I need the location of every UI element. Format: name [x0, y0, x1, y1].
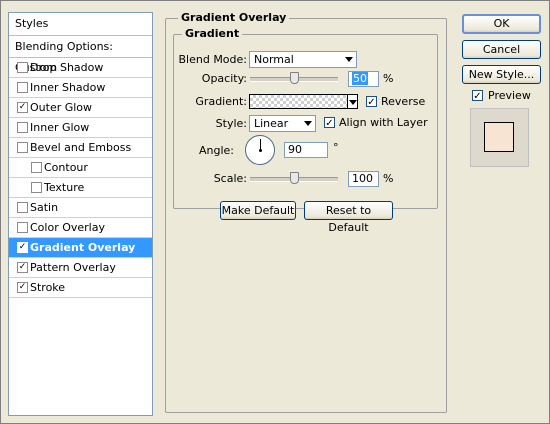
preview-box	[470, 108, 529, 167]
style-item-checkbox[interactable]: ✓	[17, 102, 28, 113]
gradient-overlay-title: Gradient Overlay	[178, 11, 290, 24]
style-item-gradient-overlay[interactable]: ✓ Gradient Overlay	[9, 238, 152, 258]
style-item-checkbox[interactable]	[17, 122, 28, 133]
chevron-down-icon	[349, 100, 357, 105]
opacity-value: 50	[352, 72, 368, 85]
style-item-checkbox[interactable]	[17, 82, 28, 93]
style-item-checkbox[interactable]	[17, 142, 28, 153]
cancel-button[interactable]: Cancel	[462, 40, 541, 59]
style-item-outer-glow[interactable]: ✓ Outer Glow	[9, 98, 152, 118]
style-item-color-overlay[interactable]: Color Overlay	[9, 218, 152, 238]
style-item-contour[interactable]: Contour	[9, 158, 152, 178]
style-item-label: Outer Glow	[30, 101, 93, 114]
styles-header[interactable]: Styles	[9, 13, 152, 36]
style-item-label: Contour	[44, 161, 88, 174]
reverse-checkbox[interactable]: ✓	[366, 96, 377, 108]
style-item-pattern-overlay[interactable]: ✓ Pattern Overlay	[9, 258, 152, 278]
angle-input[interactable]: 90	[284, 142, 328, 158]
scale-slider-thumb[interactable]	[290, 172, 299, 184]
angle-value: 90	[288, 143, 302, 156]
opacity-unit: %	[383, 72, 394, 85]
opacity-label: Opacity:	[201, 72, 247, 85]
angle-dial[interactable]	[245, 135, 275, 165]
style-item-label: Satin	[30, 201, 59, 214]
chevron-down-icon	[304, 121, 312, 126]
layer-style-dialog: Styles Blending Options: Custom Drop Sha…	[0, 0, 550, 424]
style-items: Drop Shadow Inner Shadow ✓ Outer Glow Inner …	[9, 58, 152, 298]
style-label: Style:	[215, 117, 247, 130]
new-style-button[interactable]: New Style...	[462, 65, 541, 84]
scale-input[interactable]: 100	[348, 171, 379, 187]
style-item-stroke[interactable]: ✓ Stroke	[9, 278, 152, 298]
style-item-checkbox[interactable]: ✓	[17, 242, 28, 253]
style-item-label: Bevel and Emboss	[30, 141, 132, 154]
gradient-swatch[interactable]	[249, 94, 348, 109]
style-item-checkbox[interactable]	[17, 202, 28, 213]
make-default-button[interactable]: Make Default	[220, 201, 296, 220]
style-item-label: Drop Shadow	[30, 61, 104, 74]
style-item-inner-shadow[interactable]: Inner Shadow	[9, 78, 152, 98]
chevron-down-icon	[345, 57, 353, 62]
style-item-label: Pattern Overlay	[30, 261, 116, 274]
align-with-layer-label[interactable]: Align with Layer	[339, 116, 428, 129]
blend-mode-select[interactable]: Normal	[249, 51, 357, 68]
reset-to-default-button[interactable]: Reset to Default	[304, 201, 393, 234]
gradient-picker-dropdown[interactable]	[347, 94, 358, 109]
align-with-layer-checkbox[interactable]: ✓	[324, 117, 335, 129]
ok-button[interactable]: OK	[462, 14, 541, 34]
style-item-texture[interactable]: Texture	[9, 178, 152, 198]
style-item-label: Inner Glow	[30, 121, 90, 134]
angle-label: Angle:	[198, 144, 234, 157]
preview-swatch	[484, 122, 514, 152]
gradient-group: Gradient Blend Mode: Normal Opacity: 50 …	[173, 27, 438, 209]
preview-checkbox[interactable]: ✓	[472, 90, 483, 102]
style-item-checkbox[interactable]: ✓	[17, 262, 28, 273]
style-item-label: Texture	[44, 181, 85, 194]
blending-options-item[interactable]: Blending Options: Custom	[9, 36, 152, 74]
gradient-label: Gradient:	[195, 95, 247, 108]
reverse-label[interactable]: Reverse	[381, 95, 425, 108]
style-item-checkbox[interactable]: ✓	[17, 282, 28, 293]
style-value: Linear	[254, 117, 289, 130]
style-item-checkbox[interactable]	[17, 62, 28, 73]
style-item-checkbox[interactable]	[31, 162, 42, 173]
style-item-satin[interactable]: Satin	[9, 198, 152, 218]
scale-value: 100	[352, 172, 373, 185]
scale-unit: %	[383, 172, 394, 185]
style-select[interactable]: Linear	[249, 115, 316, 132]
style-item-bevel-and-emboss[interactable]: Bevel and Emboss	[9, 138, 152, 158]
style-item-drop-shadow[interactable]: Drop Shadow	[9, 58, 152, 78]
scale-label: Scale:	[213, 172, 247, 185]
styles-list: Styles Blending Options: Custom Drop Sha…	[8, 12, 153, 416]
style-item-checkbox[interactable]	[17, 222, 28, 233]
angle-unit: °	[333, 141, 339, 154]
angle-dial-center	[259, 149, 262, 152]
opacity-slider-thumb[interactable]	[290, 72, 299, 84]
gradient-overlay-group: Gradient Overlay Gradient Blend Mode: No…	[165, 11, 447, 413]
style-item-label: Color Overlay	[30, 221, 105, 234]
blend-mode-label: Blend Mode:	[178, 53, 248, 66]
style-item-label: Stroke	[30, 281, 66, 294]
style-item-label: Gradient Overlay	[30, 241, 136, 254]
style-item-label: Inner Shadow	[30, 81, 106, 94]
blend-mode-value: Normal	[254, 53, 294, 66]
preview-label[interactable]: Preview	[488, 89, 531, 102]
style-item-inner-glow[interactable]: Inner Glow	[9, 118, 152, 138]
gradient-group-title: Gradient	[182, 27, 243, 40]
style-item-checkbox[interactable]	[31, 182, 42, 193]
opacity-input[interactable]: 50	[348, 71, 379, 87]
